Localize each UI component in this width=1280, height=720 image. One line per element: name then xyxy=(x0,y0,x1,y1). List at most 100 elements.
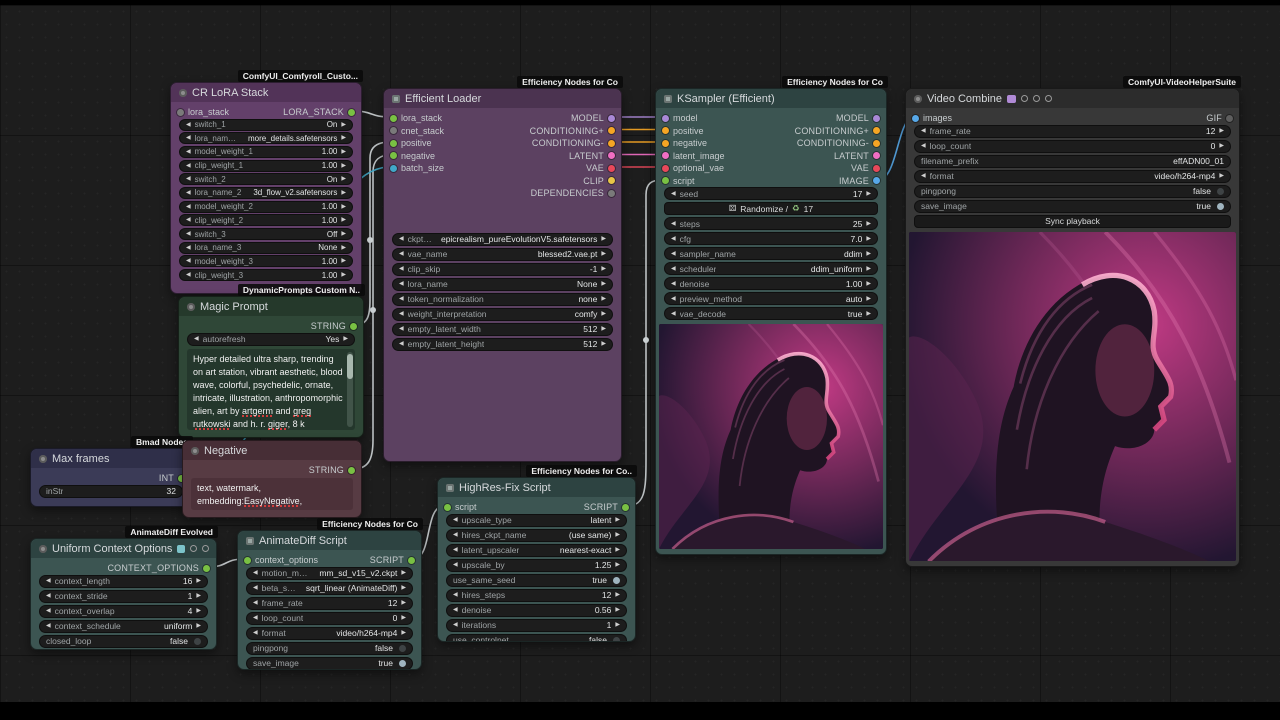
output-slot-CONDITIONING+[interactable]: CONDITIONING+ xyxy=(530,125,615,138)
toggle-knob[interactable] xyxy=(194,638,201,645)
output-slot-LATENT[interactable]: LATENT xyxy=(795,150,880,163)
decrement-arrow-icon[interactable]: ◀ xyxy=(186,163,191,169)
input-slot-lora_stack[interactable]: lora_stack xyxy=(177,106,229,119)
decrement-arrow-icon[interactable]: ◀ xyxy=(453,562,458,568)
number-widget-upscale_by[interactable]: ◀upscale_by1.25▶ xyxy=(446,559,627,572)
decrement-arrow-icon[interactable]: ◀ xyxy=(186,231,191,237)
decrement-arrow-icon[interactable]: ◀ xyxy=(921,128,926,134)
decrement-arrow-icon[interactable]: ◀ xyxy=(399,251,404,257)
node-titlebar[interactable]: Video Combine xyxy=(906,89,1239,108)
node-ksampler[interactable]: Efficiency Nodes for CoKSampler (Efficie… xyxy=(655,88,887,555)
input-slot-cnet_stack[interactable]: cnet_stack xyxy=(390,125,444,138)
input-dot-model[interactable] xyxy=(662,115,669,122)
output-dot-CONDITIONING+[interactable] xyxy=(608,127,615,134)
button-sync-playback[interactable]: Sync playback xyxy=(914,215,1231,228)
decrement-arrow-icon[interactable]: ◀ xyxy=(399,326,404,332)
input-dot-positive[interactable] xyxy=(390,140,397,147)
toggle-widget-pingpong[interactable]: pingpongfalse xyxy=(914,185,1231,198)
decrement-arrow-icon[interactable]: ◀ xyxy=(253,630,258,636)
comfyui-canvas[interactable]: ComfyUI_Comfyroll_Custo...CR LoRA Stackl… xyxy=(0,0,1280,720)
combo-widget-upscale_type[interactable]: ◀upscale_typelatent▶ xyxy=(446,514,627,527)
output-slot-SCRIPT[interactable]: SCRIPT xyxy=(370,554,415,567)
decrement-arrow-icon[interactable]: ◀ xyxy=(671,311,676,317)
increment-arrow-icon[interactable]: ▶ xyxy=(196,593,201,599)
decrement-arrow-icon[interactable]: ◀ xyxy=(186,204,191,210)
combo-widget-vae_name[interactable]: ◀vae_nameblessed2.vae.pt▶ xyxy=(392,248,613,261)
output-dot-VAE[interactable] xyxy=(873,165,880,172)
node-titlebar[interactable]: KSampler (Efficient) xyxy=(656,89,886,108)
combo-widget-lora_name_1[interactable]: ◀lora_name_1more_details.safetensors▶ xyxy=(179,132,353,144)
combo-widget-scheduler[interactable]: ◀schedulerddim_uniform▶ xyxy=(664,262,878,275)
number-widget-empty_latent_height[interactable]: ◀empty_latent_height512▶ xyxy=(392,338,613,351)
decrement-arrow-icon[interactable]: ◀ xyxy=(186,135,191,141)
output-dot-CONDITIONING-[interactable] xyxy=(608,140,615,147)
input-dot-negative[interactable] xyxy=(662,140,669,147)
toggle-widget-use_controlnet[interactable]: use_controlnetfalse xyxy=(446,634,627,642)
increment-arrow-icon[interactable]: ▶ xyxy=(615,562,620,568)
toggle-knob[interactable] xyxy=(399,645,406,652)
node-titlebar[interactable]: Magic Prompt xyxy=(179,297,363,316)
decrement-arrow-icon[interactable]: ◀ xyxy=(453,532,458,538)
input-slot-script[interactable]: script xyxy=(444,501,477,514)
toggle-knob[interactable] xyxy=(1217,188,1224,195)
output-slot-LATENT[interactable]: LATENT xyxy=(530,150,615,163)
increment-arrow-icon[interactable]: ▶ xyxy=(866,281,871,287)
node-maxframes[interactable]: Bmad NodesMax framesINTinStr32 xyxy=(30,448,192,507)
increment-arrow-icon[interactable]: ▶ xyxy=(866,251,871,257)
increment-arrow-icon[interactable]: ▶ xyxy=(341,149,346,155)
node-adscript[interactable]: Efficiency Nodes for CoAnimateDiff Scrip… xyxy=(237,530,422,670)
input-slot-script[interactable]: script xyxy=(662,175,725,188)
increment-arrow-icon[interactable]: ▶ xyxy=(615,517,620,523)
prompt-textarea[interactable]: Hyper detailed ultra sharp, trending on … xyxy=(187,349,355,431)
output-slot-GIF[interactable]: GIF xyxy=(1206,112,1233,125)
output-slot-SCRIPT[interactable]: SCRIPT xyxy=(584,501,629,514)
output-slot-CONDITIONING+[interactable]: CONDITIONING+ xyxy=(795,125,880,138)
output-dot-IMAGE[interactable] xyxy=(873,177,880,184)
number-widget-context_overlap[interactable]: ◀context_overlap4▶ xyxy=(39,605,208,618)
output-dot-STRING[interactable] xyxy=(348,467,355,474)
node-titlebar[interactable]: Efficient Loader xyxy=(384,89,621,108)
increment-arrow-icon[interactable]: ▶ xyxy=(341,217,346,223)
scrollbar-thumb[interactable] xyxy=(347,354,353,380)
combo-widget-token_normalization[interactable]: ◀token_normalizationnone▶ xyxy=(392,293,613,306)
node-titlebar[interactable]: CR LoRA Stack xyxy=(171,83,361,102)
node-magic[interactable]: DynamicPrompts Custom N..Magic PromptSTR… xyxy=(178,296,364,438)
increment-arrow-icon[interactable]: ▶ xyxy=(341,190,346,196)
prompt-textarea[interactable]: text, watermark, embedding:EasyNegative,… xyxy=(191,478,353,511)
increment-arrow-icon[interactable]: ▶ xyxy=(401,585,406,591)
increment-arrow-icon[interactable]: ▶ xyxy=(341,258,346,264)
output-slot-MODEL[interactable]: MODEL xyxy=(530,112,615,125)
decrement-arrow-icon[interactable]: ◀ xyxy=(671,296,676,302)
increment-arrow-icon[interactable]: ▶ xyxy=(601,266,606,272)
combo-widget-autorefresh[interactable]: ◀autorefreshYes▶ xyxy=(187,333,355,346)
toggle-widget-save_image[interactable]: save_imagetrue xyxy=(246,657,413,670)
output-slot-VAE[interactable]: VAE xyxy=(530,162,615,175)
decrement-arrow-icon[interactable]: ◀ xyxy=(186,272,191,278)
collapse-square-icon[interactable] xyxy=(446,484,454,492)
number-widget-denoise[interactable]: ◀denoise0.56▶ xyxy=(446,604,627,617)
number-widget-steps[interactable]: ◀steps25▶ xyxy=(664,217,878,230)
decrement-arrow-icon[interactable]: ◀ xyxy=(671,266,676,272)
number-widget-iterations[interactable]: ◀iterations1▶ xyxy=(446,619,627,632)
number-widget-loop_count[interactable]: ◀loop_count0▶ xyxy=(914,140,1231,153)
increment-arrow-icon[interactable]: ▶ xyxy=(866,236,871,242)
combo-widget-switch_2[interactable]: ◀switch_2On▶ xyxy=(179,173,353,185)
output-slot-DEPENDENCIES[interactable]: DEPENDENCIES xyxy=(530,187,615,200)
node-titlebar[interactable]: HighRes-Fix Script xyxy=(438,478,635,497)
combo-widget-sampler_name[interactable]: ◀sampler_nameddim▶ xyxy=(664,247,878,260)
decrement-arrow-icon[interactable]: ◀ xyxy=(671,281,676,287)
output-dot-MODEL[interactable] xyxy=(608,115,615,122)
decrement-arrow-icon[interactable]: ◀ xyxy=(399,341,404,347)
output-dot-CLIP[interactable] xyxy=(608,177,615,184)
combo-widget-preview_method[interactable]: ◀preview_methodauto▶ xyxy=(664,292,878,305)
decrement-arrow-icon[interactable]: ◀ xyxy=(46,578,51,584)
node-titlebar[interactable]: Uniform Context Options xyxy=(31,539,216,558)
input-dot-lora_stack[interactable] xyxy=(390,115,397,122)
increment-arrow-icon[interactable]: ▶ xyxy=(341,272,346,278)
input-dot-script[interactable] xyxy=(662,177,669,184)
increment-arrow-icon[interactable]: ▶ xyxy=(341,176,346,182)
number-widget-clip_weight_2[interactable]: ◀clip_weight_21.00▶ xyxy=(179,214,353,226)
number-widget-seed[interactable]: ◀seed17▶ xyxy=(664,187,878,200)
increment-arrow-icon[interactable]: ▶ xyxy=(615,622,620,628)
number-widget-cfg[interactable]: ◀cfg7.0▶ xyxy=(664,232,878,245)
